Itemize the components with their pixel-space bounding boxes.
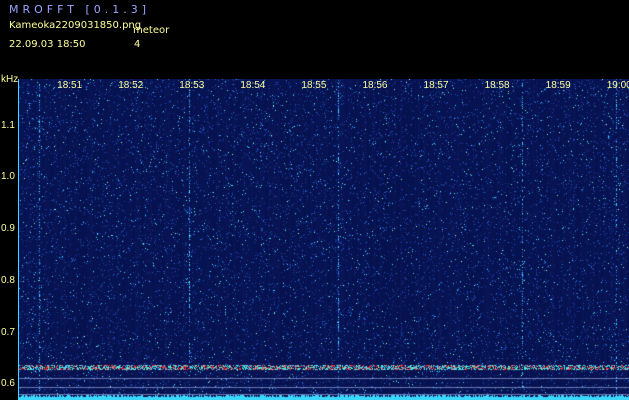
frequency-tick: 0.9 — [1, 223, 15, 235]
app-title: MROFFT [0.1.3] — [9, 3, 151, 16]
filename-label: Kameoka2209031850.png — [9, 20, 142, 31]
time-tick: 18:57 — [423, 80, 449, 91]
frequency-unit-label: kHz — [1, 74, 19, 85]
time-tick: 18:54 — [240, 80, 266, 91]
frequency-axis-line — [18, 79, 19, 400]
time-tick: 18:59 — [545, 80, 571, 91]
meteor-count: 4 — [134, 39, 141, 50]
datetime-label: 22.09.03 18:50 — [9, 39, 86, 50]
frequency-tick: 1.0 — [1, 171, 15, 183]
time-tick: 18:55 — [301, 80, 327, 91]
time-tick: 18:53 — [179, 80, 205, 91]
spectrogram-plot — [19, 79, 629, 400]
time-tick: 18:56 — [362, 80, 388, 91]
frequency-tick: 0.8 — [1, 274, 15, 286]
frequency-tick: 0.6 — [1, 378, 15, 390]
time-tick: 19:00 — [606, 80, 629, 91]
frequency-tick: 0.7 — [1, 326, 15, 338]
time-tick: 18:51 — [57, 80, 83, 91]
mrofft-window: MROFFT [0.1.3] Kameoka2209031850.png met… — [0, 0, 629, 400]
meteor-label: meteor — [133, 25, 170, 36]
spectrogram-canvas — [19, 79, 629, 400]
frequency-tick: 1.1 — [1, 119, 15, 131]
time-tick: 18:58 — [484, 80, 510, 91]
time-tick: 18:52 — [118, 80, 144, 91]
